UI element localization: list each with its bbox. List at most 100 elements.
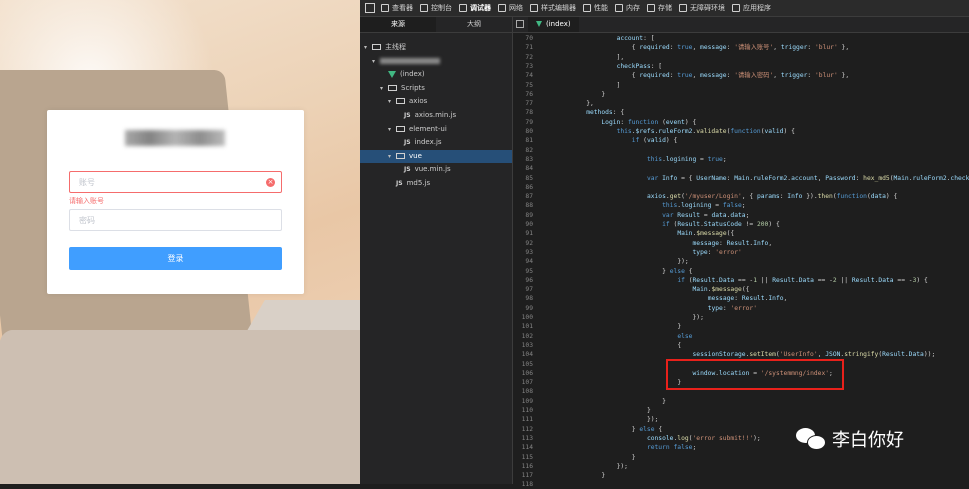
code-text: var Result = data.data; — [662, 211, 750, 219]
line-number[interactable]: 86 — [513, 183, 533, 192]
tree-item[interactable]: (index) — [360, 68, 512, 81]
code-text: type: 'error' — [692, 248, 742, 256]
line-number[interactable]: 75 — [513, 81, 533, 90]
toolbar-tab-storage[interactable]: 存储 — [647, 3, 672, 13]
tree-item[interactable]: JS axios.min.js — [360, 109, 512, 122]
element-picker-icon[interactable] — [365, 3, 375, 13]
line-number[interactable]: 85 — [513, 174, 533, 183]
line-number[interactable]: 73 — [513, 62, 533, 71]
line-number[interactable]: 102 — [513, 332, 533, 341]
tree-item[interactable]: ▾ — [360, 55, 512, 68]
tree-item[interactable]: JS md5.js — [360, 177, 512, 190]
toolbar-tab-accessibility[interactable]: 无障碍环境 — [679, 3, 725, 13]
line-number[interactable]: 112 — [513, 425, 533, 434]
devtools-panel: 查看器 控制台 调试器 网络 样式编辑器 性能 内存 存储 无障碍环境 应用程序 来源 大纲 ▾ 主… — [360, 0, 969, 488]
line-number[interactable]: 93 — [513, 248, 533, 257]
line-number[interactable]: 117 — [513, 471, 533, 480]
tree-item[interactable]: ▾ element-ui — [360, 123, 512, 136]
code-text: message: Result.Info, — [707, 295, 788, 303]
toolbar-label: 样式编辑器 — [541, 4, 576, 12]
line-number[interactable]: 82 — [513, 146, 533, 155]
clear-icon[interactable]: × — [266, 178, 275, 187]
chevron-down-icon[interactable]: ▾ — [380, 82, 388, 95]
chevron-down-icon[interactable]: ▾ — [388, 95, 396, 108]
chevron-down-icon[interactable]: ▾ — [388, 123, 396, 136]
tree-item[interactable]: JS vue.min.js — [360, 163, 512, 176]
password-field[interactable]: 密码 — [69, 209, 282, 231]
line-number[interactable]: 70 — [513, 34, 533, 43]
line-number[interactable]: 109 — [513, 397, 533, 406]
login-button[interactable]: 登录 — [69, 247, 282, 270]
tree-item[interactable]: ▾ Scripts — [360, 82, 512, 95]
line-number[interactable]: 116 — [513, 462, 533, 471]
chevron-down-icon[interactable]: ▾ — [364, 41, 372, 54]
chevron-down-icon[interactable]: ▾ — [372, 55, 380, 68]
line-number[interactable]: 96 — [513, 276, 533, 285]
line-number[interactable]: 81 — [513, 136, 533, 145]
tree-item[interactable]: ▾ axios — [360, 95, 512, 108]
line-number[interactable]: 84 — [513, 164, 533, 173]
line-number[interactable]: 74 — [513, 71, 533, 80]
line-number[interactable]: 91 — [513, 229, 533, 238]
line-number[interactable]: 77 — [513, 99, 533, 108]
line-number[interactable]: 115 — [513, 453, 533, 462]
toolbar-label: 内存 — [626, 4, 640, 12]
line-number[interactable]: 92 — [513, 239, 533, 248]
line-number[interactable]: 105 — [513, 360, 533, 369]
line-number[interactable]: 104 — [513, 350, 533, 359]
tree-item[interactable]: ▾ 主线程 — [360, 41, 512, 54]
line-number[interactable]: 103 — [513, 341, 533, 350]
toolbar-tab-performance[interactable]: 性能 — [583, 3, 608, 13]
tree-item[interactable]: JS index.js — [360, 136, 512, 149]
line-number[interactable]: 95 — [513, 267, 533, 276]
line-number[interactable]: 76 — [513, 90, 533, 99]
line-number[interactable]: 113 — [513, 434, 533, 443]
toolbar-tab-debugger[interactable]: 调试器 — [459, 3, 491, 13]
editor-tab-index[interactable]: (index) — [528, 17, 579, 32]
line-number[interactable]: 94 — [513, 257, 533, 266]
code-line: 95 } else { — [513, 267, 969, 276]
line-number[interactable]: 106 — [513, 369, 533, 378]
toolbar-tab-console[interactable]: 控制台 — [420, 3, 452, 13]
code-text: if (valid) { — [631, 137, 678, 145]
tab-sources[interactable]: 来源 — [360, 17, 436, 32]
line-number[interactable]: 107 — [513, 378, 533, 387]
line-number[interactable]: 88 — [513, 201, 533, 210]
line-number[interactable]: 99 — [513, 304, 533, 313]
toolbar-tab-network[interactable]: 网络 — [498, 3, 523, 13]
line-number[interactable]: 79 — [513, 118, 533, 127]
code-text: { required: true, message: '请输入密码', trig… — [631, 72, 850, 80]
line-number[interactable]: 98 — [513, 294, 533, 303]
line-number[interactable]: 78 — [513, 108, 533, 117]
line-number[interactable]: 108 — [513, 387, 533, 396]
line-number[interactable]: 97 — [513, 285, 533, 294]
line-number[interactable]: 90 — [513, 220, 533, 229]
tab-outline[interactable]: 大纲 — [436, 17, 512, 32]
chevron-down-icon[interactable]: ▾ — [388, 150, 396, 163]
toggle-sidebar-icon[interactable] — [516, 20, 524, 28]
toolbar-tab-memory[interactable]: 内存 — [615, 3, 640, 13]
line-number[interactable]: 89 — [513, 211, 533, 220]
toolbar-tab-style-editor[interactable]: 样式编辑器 — [530, 3, 576, 13]
line-number[interactable]: 118 — [513, 480, 533, 489]
code-text: if (Result.Data == -1 || Result.Data == … — [677, 276, 928, 284]
line-number[interactable]: 72 — [513, 53, 533, 62]
domain-name-redacted — [380, 57, 440, 64]
account-field[interactable]: 账号 × — [69, 171, 282, 193]
line-number[interactable]: 80 — [513, 127, 533, 136]
line-number[interactable]: 101 — [513, 322, 533, 331]
toolbar-tab-application[interactable]: 应用程序 — [732, 3, 771, 13]
line-number[interactable]: 83 — [513, 155, 533, 164]
line-number[interactable]: 114 — [513, 443, 533, 452]
code-line: 115 } — [513, 453, 969, 462]
toolbar-tab-inspector[interactable]: 查看器 — [381, 3, 413, 13]
line-number[interactable]: 110 — [513, 406, 533, 415]
line-number[interactable]: 111 — [513, 415, 533, 424]
tree-item-label: index.js — [414, 138, 442, 147]
sidebar-tabs: 来源 大纲 — [360, 17, 512, 33]
code-editor[interactable]: 70 account: [71 { required: true, messag… — [513, 33, 969, 488]
line-number[interactable]: 87 — [513, 192, 533, 201]
line-number[interactable]: 100 — [513, 313, 533, 322]
tree-item[interactable]: ▾ vue — [360, 149, 512, 163]
line-number[interactable]: 71 — [513, 43, 533, 52]
